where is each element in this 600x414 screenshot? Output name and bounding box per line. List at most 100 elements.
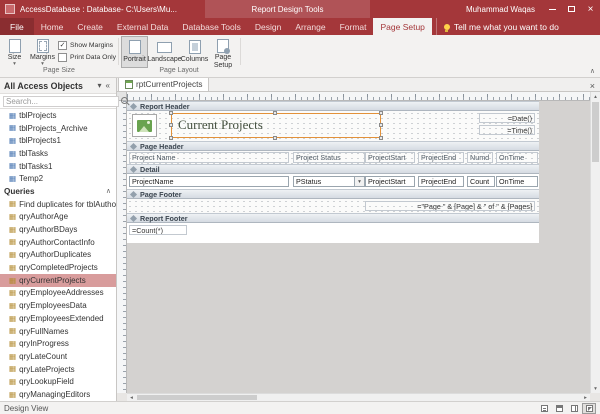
nav-item-query[interactable]: ▦qryAuthorContactInfo <box>0 236 116 249</box>
vertical-ruler[interactable] <box>117 101 127 393</box>
resize-handle[interactable] <box>169 123 173 127</box>
vertical-scrollbar-thumb[interactable] <box>592 102 599 162</box>
print-data-only-checkbox[interactable]: Print Data Only <box>58 53 116 62</box>
scroll-down-icon[interactable]: ▾ <box>591 384 600 393</box>
title-label-control-selected[interactable]: Current Projects <box>171 113 381 138</box>
resize-handle[interactable] <box>273 136 277 140</box>
field-textbox[interactable]: ProjectName <box>129 176 289 187</box>
field-textbox[interactable]: ProjectEnd <box>418 176 464 187</box>
date-textbox-control[interactable]: =Date() <box>479 113 535 123</box>
nav-item-table[interactable]: ▦tblProjects <box>0 109 116 122</box>
nav-item-table[interactable]: ▦tblTasks1 <box>0 160 116 173</box>
tab-create[interactable]: Create <box>70 18 110 35</box>
close-document-icon[interactable]: × <box>585 81 600 91</box>
layout-view-button[interactable] <box>567 403 581 414</box>
nav-item-query[interactable]: ▦qryLookupField <box>0 375 116 388</box>
shutter-bar-close-icon[interactable]: « <box>104 81 112 90</box>
portrait-button[interactable]: Portrait <box>121 36 148 68</box>
resize-handle[interactable] <box>169 111 173 115</box>
tab-format[interactable]: Format <box>333 18 374 35</box>
resize-handle[interactable] <box>169 136 173 140</box>
scroll-right-icon[interactable]: ▸ <box>581 394 590 401</box>
tab-home[interactable]: Home <box>34 18 71 35</box>
show-margins-checkbox[interactable]: ✓ Show Margins <box>58 41 113 50</box>
tab-database-tools[interactable]: Database Tools <box>175 18 247 35</box>
title-bar: AccessDatabase : Database- C:\Users\Mu..… <box>0 0 600 18</box>
nav-item-query[interactable]: ▦qryLateProjects <box>0 363 116 376</box>
nav-item-query[interactable]: ▦qryEmployeesData <box>0 299 116 312</box>
document-tab-rptCurrentProjects[interactable]: rptCurrentProjects <box>118 77 209 91</box>
nav-item-query[interactable]: ▦qryFullNames <box>0 325 116 338</box>
column-header-label[interactable]: Project Name <box>129 152 289 163</box>
column-header-label[interactable]: ProjectStart <box>365 152 415 163</box>
search-input[interactable] <box>3 96 119 107</box>
detail-section-bar[interactable]: Detail <box>127 164 539 174</box>
field-textbox[interactable]: Count <box>467 176 495 187</box>
nav-item-query[interactable]: ▦qryEmployeesExtended <box>0 312 116 325</box>
page-header-section-bar[interactable]: Page Header <box>127 141 539 151</box>
document-tab-label: rptCurrentProjects <box>136 80 202 89</box>
nav-item-query[interactable]: ▦qryAuthorAge <box>0 211 116 224</box>
collapse-ribbon-icon[interactable]: ∧ <box>590 67 595 75</box>
report-header-section-bar[interactable]: Report Header <box>127 101 539 111</box>
close-button[interactable]: × <box>581 0 600 18</box>
resize-handle[interactable] <box>379 136 383 140</box>
nav-item-query[interactable]: ▦qryLateCount <box>0 350 116 363</box>
resize-handle[interactable] <box>379 111 383 115</box>
resize-handle[interactable] <box>379 123 383 127</box>
nav-item-query[interactable]: ▦qryManagingEditors <box>0 388 116 401</box>
nav-item-query-selected[interactable]: ▦qryCurrentProjects <box>0 274 116 287</box>
design-view-button[interactable] <box>582 403 596 414</box>
tab-external-data[interactable]: External Data <box>110 18 176 35</box>
page-footer-section-bar[interactable]: Page Footer <box>127 189 539 199</box>
resize-handle[interactable] <box>273 111 277 115</box>
nav-item-table[interactable]: ▦tblTasks <box>0 147 116 160</box>
columns-button[interactable]: Columns <box>181 36 208 68</box>
time-textbox-control[interactable]: =Time() <box>479 125 535 135</box>
nav-item-table[interactable]: ▦Temp2 <box>0 172 116 185</box>
vertical-scrollbar[interactable]: ▴ ▾ <box>590 92 600 393</box>
tab-file[interactable]: File <box>0 18 34 35</box>
count-textbox[interactable]: =Count(*) <box>129 225 187 235</box>
scroll-up-icon[interactable]: ▴ <box>591 92 600 101</box>
horizontal-ruler[interactable] <box>127 92 590 101</box>
navigation-pane-header[interactable]: All Access Objects ▾ « <box>0 78 116 94</box>
nav-item-table[interactable]: ▦tblProjects_Archive <box>0 122 116 135</box>
landscape-button[interactable]: Landscape <box>149 36 180 68</box>
column-header-label[interactable]: Project Status <box>293 152 365 163</box>
nav-item-query[interactable]: ▦qryCompletedProjects <box>0 261 116 274</box>
logo-image-control[interactable] <box>132 114 157 137</box>
print-preview-button[interactable] <box>552 403 566 414</box>
horizontal-scrollbar[interactable]: ◂ ▸ <box>127 393 590 401</box>
field-textbox[interactable]: ProjectStart <box>365 176 415 187</box>
tab-page-setup[interactable]: Page Setup <box>373 18 431 35</box>
query-icon: ▦ <box>9 251 16 259</box>
minimize-button[interactable] <box>543 0 562 18</box>
nav-menu-chevron-icon[interactable]: ▾ <box>96 81 104 90</box>
nav-item-query[interactable]: ▦qryAuthorBDays <box>0 223 116 236</box>
tab-arrange[interactable]: Arrange <box>288 18 332 35</box>
combobox-dropdown-icon[interactable]: ▾ <box>354 177 364 186</box>
nav-item-query[interactable]: ▦qryAuthorDuplicates <box>0 249 116 262</box>
nav-item-table[interactable]: ▦tblProjects1 <box>0 134 116 147</box>
nav-item-query[interactable]: ▦qryEmployeeAddresses <box>0 287 116 300</box>
column-header-label[interactable]: OnTime <box>496 152 538 163</box>
page-setup-button[interactable]: Page Setup <box>209 36 237 68</box>
field-combobox[interactable]: PStatus ▾ <box>293 176 365 187</box>
column-header-label[interactable]: Numd <box>467 152 493 163</box>
size-button[interactable]: Size ▾ <box>2 36 27 68</box>
tell-me-box[interactable]: Tell me what you want to do <box>436 18 559 35</box>
nav-item-query[interactable]: ▦qryInProgress <box>0 337 116 350</box>
margins-button[interactable]: Margins ▾ <box>28 36 57 68</box>
tab-design[interactable]: Design <box>248 18 288 35</box>
horizontal-scrollbar-thumb[interactable] <box>137 395 257 400</box>
page-number-textbox[interactable]: ="Page " & [Page] & " of " & [Pages] <box>365 201 535 211</box>
column-header-label[interactable]: ProjectEnd <box>418 152 464 163</box>
report-view-button[interactable] <box>537 403 551 414</box>
maximize-button[interactable] <box>562 0 581 18</box>
nav-group-queries[interactable]: Queries ∧ <box>0 185 116 198</box>
field-textbox[interactable]: OnTime <box>496 176 538 187</box>
nav-item-query[interactable]: ▦Find duplicates for tblAuthors <box>0 198 116 211</box>
scroll-left-icon[interactable]: ◂ <box>127 394 136 401</box>
report-footer-section-bar[interactable]: Report Footer <box>127 213 539 223</box>
